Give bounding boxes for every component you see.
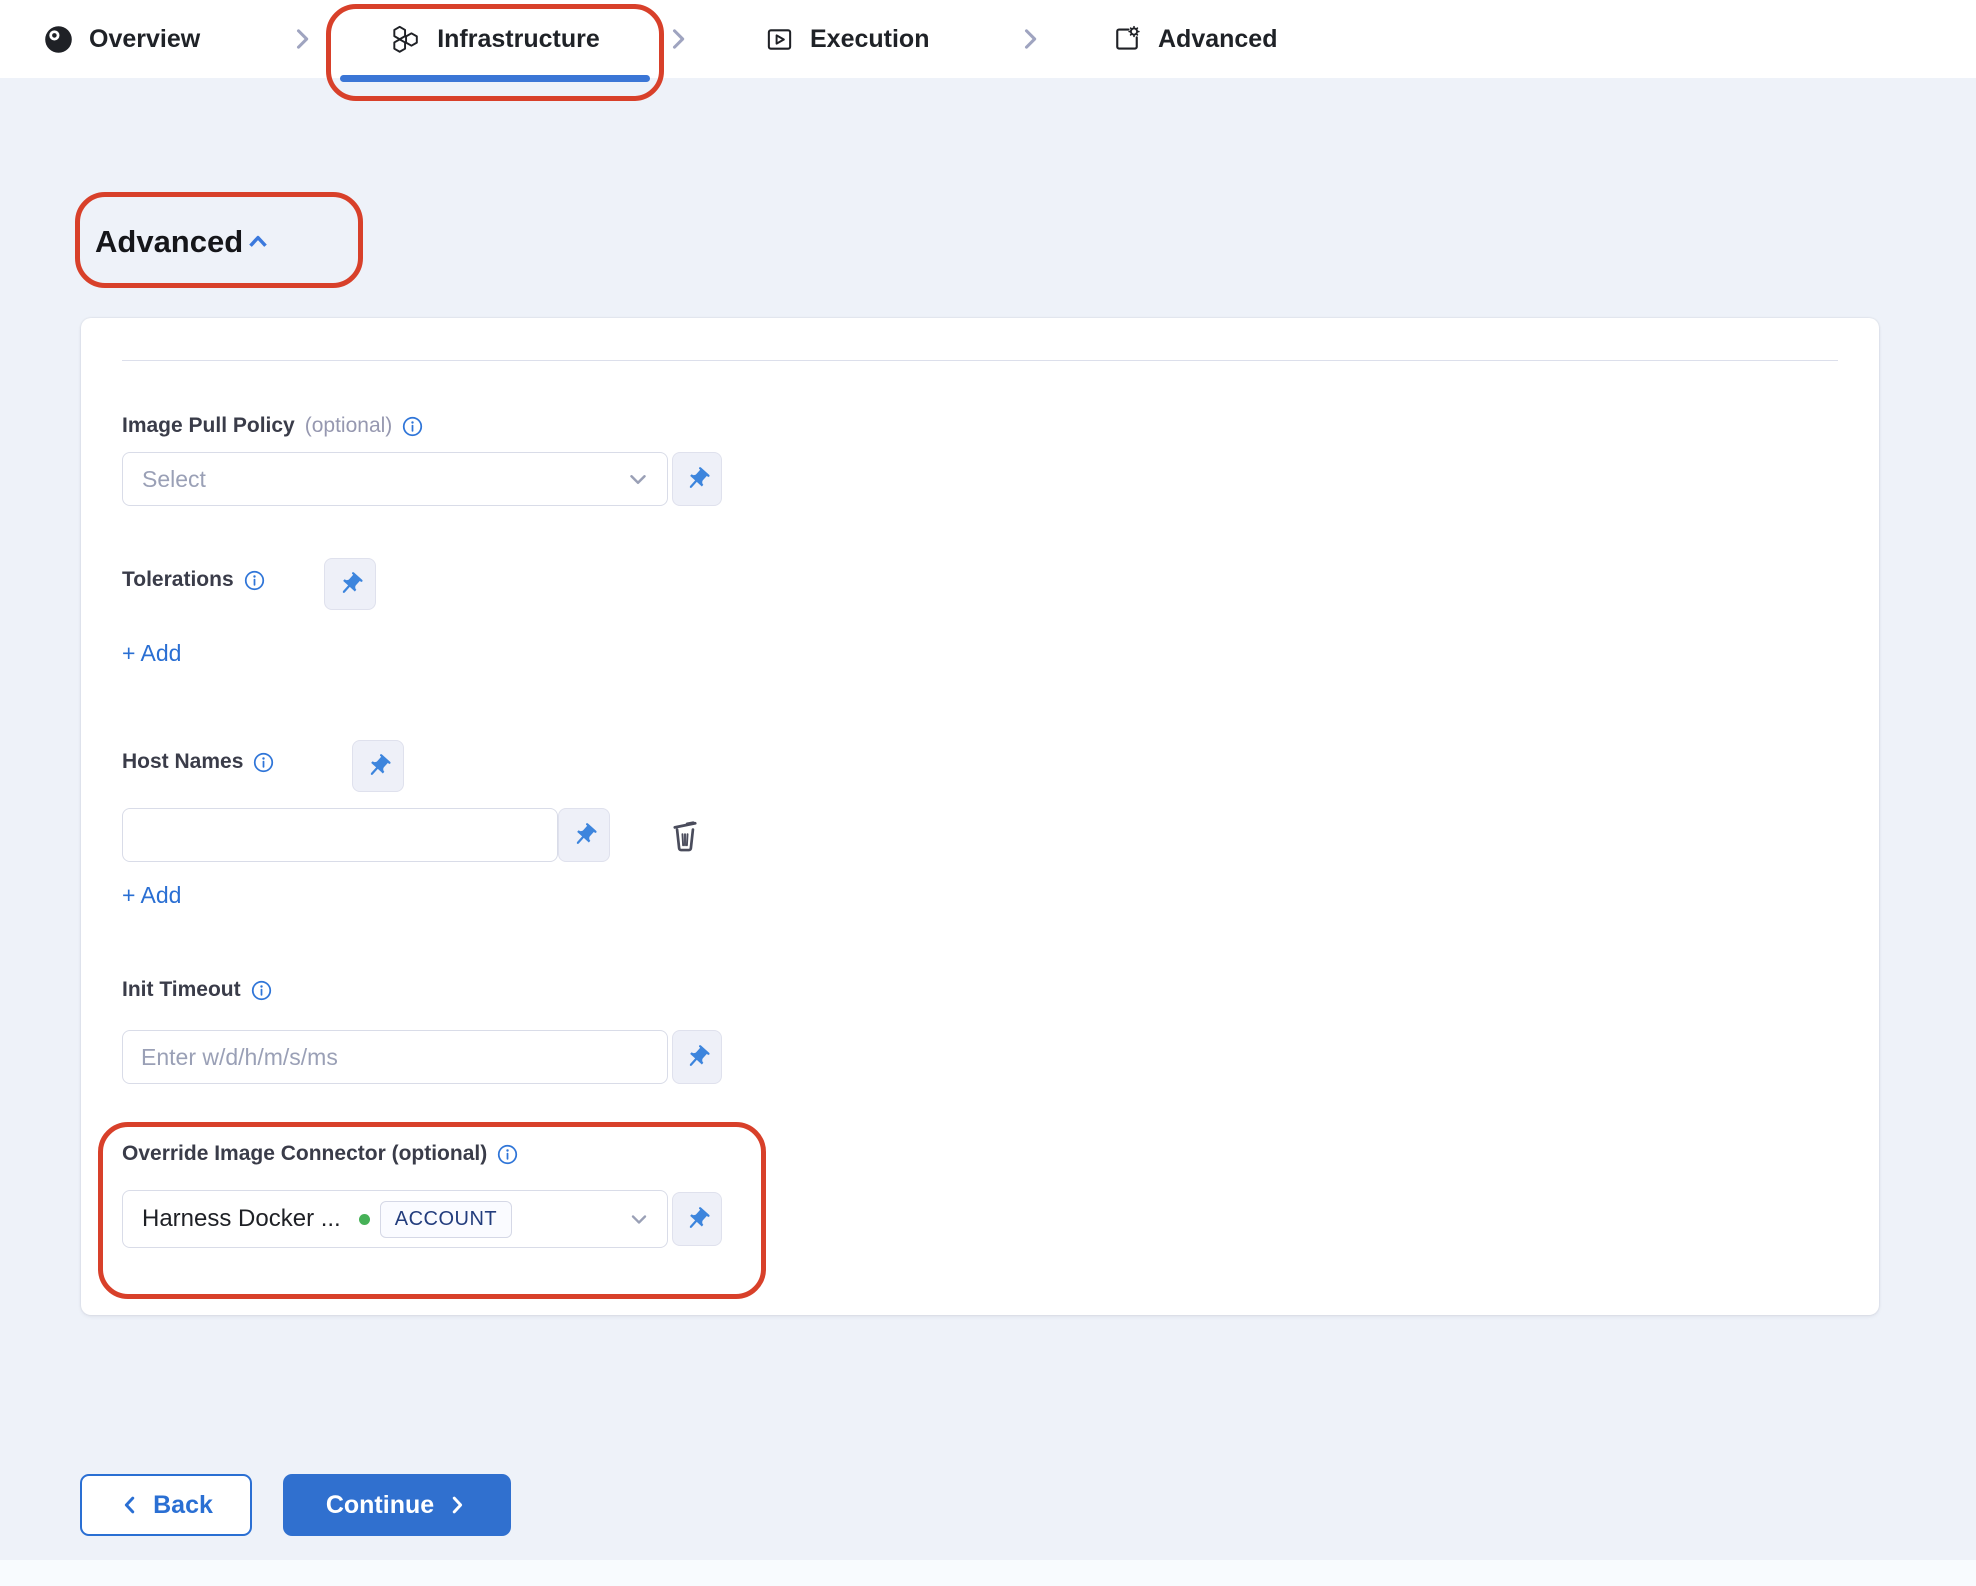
continue-button-label: Continue: [326, 1491, 434, 1520]
pin-icon: [684, 1044, 711, 1071]
image-pull-policy-select[interactable]: Select: [122, 452, 668, 506]
override-image-connector-label-text: Override Image Connector (optional): [122, 1142, 487, 1166]
advanced-section-title: Advanced: [95, 224, 243, 260]
chevron-down-icon: [627, 1207, 651, 1231]
tab-overview[interactable]: Overview: [44, 0, 200, 78]
pin-icon: [684, 466, 711, 493]
execution-icon: [765, 25, 794, 54]
chevron-right-icon: [446, 1494, 468, 1516]
info-icon[interactable]: [253, 752, 274, 773]
tolerations-pin-button[interactable]: [324, 558, 376, 610]
back-button-label: Back: [153, 1491, 213, 1520]
info-icon[interactable]: [497, 1144, 518, 1165]
tolerations-label: Tolerations: [122, 568, 265, 592]
advanced-settings-card: Image Pull Policy (optional) Select Tole…: [81, 318, 1879, 1315]
tolerations-add-link[interactable]: + Add: [122, 640, 181, 667]
host-names-input-pin-button[interactable]: [558, 808, 610, 862]
chevron-right-separator: [1016, 25, 1044, 53]
delete-host-name-icon[interactable]: [666, 814, 704, 856]
chevron-left-icon: [119, 1494, 141, 1516]
tab-infrastructure-label: Infrastructure: [437, 25, 600, 54]
image-pull-policy-label: Image Pull Policy (optional): [122, 414, 423, 438]
host-names-input[interactable]: [122, 808, 558, 862]
pin-icon: [684, 1206, 711, 1233]
tab-advanced[interactable]: Advanced: [1112, 0, 1277, 78]
pin-icon: [571, 822, 598, 849]
active-tab-underline: [340, 75, 650, 82]
pin-icon: [365, 753, 392, 780]
chevron-right-separator: [664, 25, 692, 53]
info-icon[interactable]: [244, 570, 265, 591]
tab-advanced-label: Advanced: [1158, 25, 1277, 54]
info-icon[interactable]: [402, 416, 423, 437]
tolerations-label-text: Tolerations: [122, 568, 234, 592]
image-pull-policy-placeholder: Select: [142, 466, 206, 493]
chevron-right-separator: [288, 25, 316, 53]
continue-button[interactable]: Continue: [283, 1474, 511, 1536]
init-timeout-input[interactable]: [122, 1030, 668, 1084]
tab-execution-label: Execution: [810, 25, 929, 54]
connector-status-dot: [359, 1214, 370, 1225]
pipeline-stage-setup-page: Overview Infrastructure Execution: [0, 0, 1976, 1586]
tab-overview-label: Overview: [89, 25, 200, 54]
image-pull-policy-label-text: Image Pull Policy: [122, 414, 295, 438]
infrastructure-icon: [390, 24, 421, 55]
connector-value: Harness Docker ...: [142, 1205, 341, 1233]
chevron-down-icon: [625, 466, 651, 492]
card-top-divider: [122, 360, 1838, 361]
tab-execution[interactable]: Execution: [765, 0, 929, 78]
image-pull-policy-pin-button[interactable]: [672, 452, 722, 506]
back-button[interactable]: Back: [80, 1474, 252, 1536]
info-icon[interactable]: [251, 980, 272, 1001]
tab-infrastructure[interactable]: Infrastructure: [340, 0, 650, 78]
connector-scope-badge: ACCOUNT: [380, 1201, 512, 1238]
override-image-connector-label: Override Image Connector (optional): [122, 1142, 518, 1166]
advanced-section-heading[interactable]: Advanced: [95, 224, 273, 260]
override-image-connector-pin-button[interactable]: [672, 1192, 722, 1246]
collapse-chevron-up-icon[interactable]: [243, 227, 273, 257]
pin-icon: [337, 571, 364, 598]
overview-icon: [44, 25, 73, 54]
host-names-label: Host Names: [122, 750, 274, 774]
init-timeout-label: Init Timeout: [122, 978, 272, 1002]
override-image-connector-select[interactable]: Harness Docker ... ACCOUNT: [122, 1190, 668, 1248]
init-timeout-label-text: Init Timeout: [122, 978, 241, 1002]
image-pull-policy-optional-text: (optional): [305, 414, 393, 438]
advanced-icon: [1112, 24, 1142, 54]
host-names-pin-button[interactable]: [352, 740, 404, 792]
bottom-strip: [0, 1560, 1976, 1586]
host-names-label-text: Host Names: [122, 750, 243, 774]
host-names-add-link[interactable]: + Add: [122, 882, 181, 909]
stage-tab-bar: Overview Infrastructure Execution: [0, 0, 1976, 78]
init-timeout-pin-button[interactable]: [672, 1030, 722, 1084]
